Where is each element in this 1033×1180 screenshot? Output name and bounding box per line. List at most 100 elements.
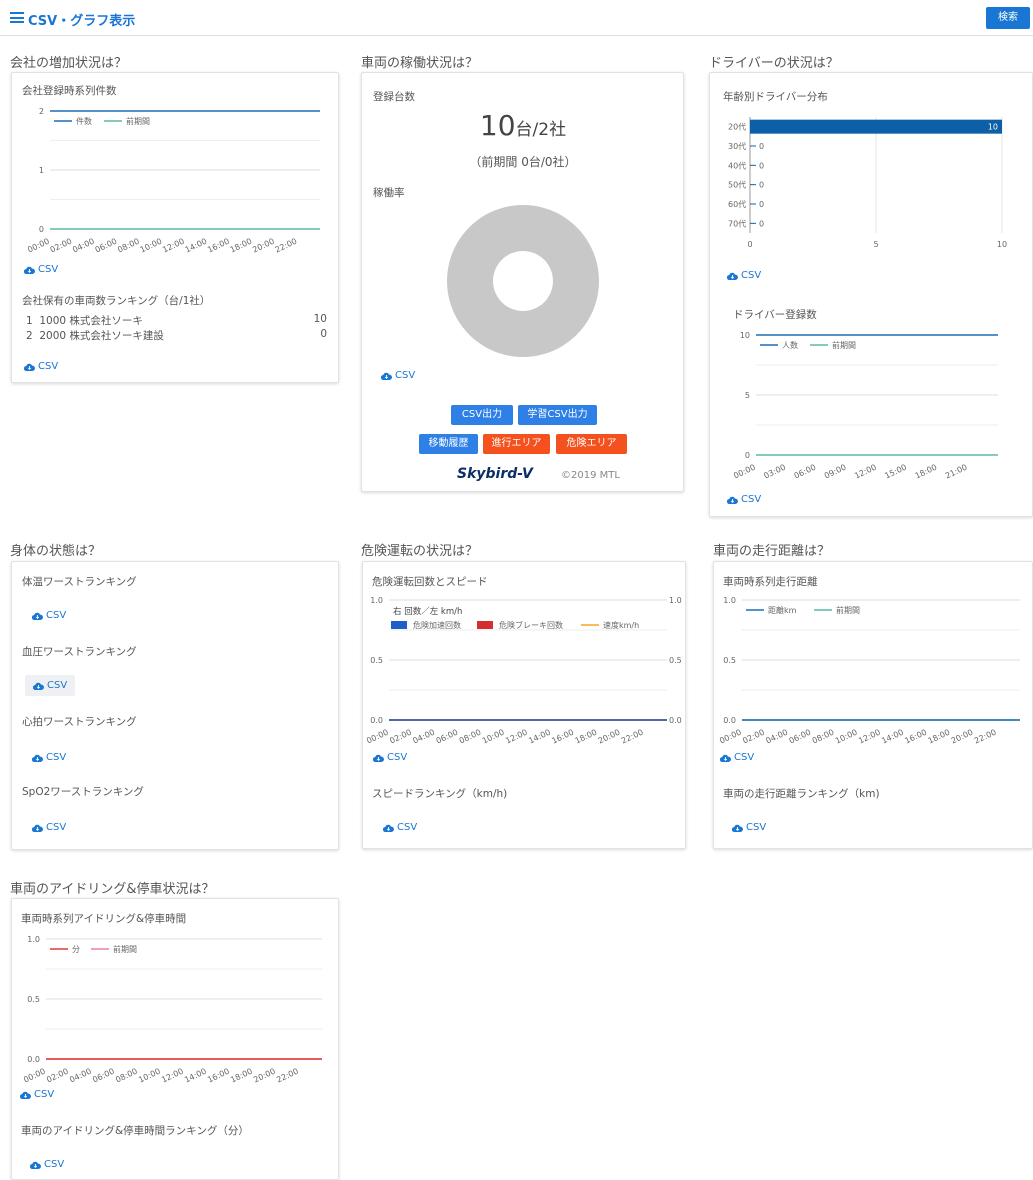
x-tick-label: 04:00: [71, 237, 96, 255]
y-tick-label: 20代: [728, 122, 746, 132]
y-tick-label: 0.5: [27, 995, 40, 1004]
csv-download-button[interactable]: CSV: [723, 267, 765, 284]
page-title: CSV・グラフ表示: [28, 14, 136, 29]
x-tick-label: 04:00: [764, 728, 789, 746]
x-tick-label: 14:00: [527, 728, 552, 746]
cloud-download-icon: [31, 824, 43, 832]
x-tick-label: 18:00: [229, 237, 254, 255]
legend-label: 速度km/h: [603, 620, 639, 630]
y-tick-label: 30代: [728, 141, 746, 151]
ranking-company: 2000 株式会社ソーキ建設: [39, 330, 164, 342]
x-tick-label: 15:00: [883, 463, 908, 481]
body-temperature-title: 体温ワーストランキング: [22, 576, 137, 588]
x-tick-label: 00:00: [365, 728, 390, 746]
cloud-download-icon: [31, 754, 43, 762]
cloud-download-icon: [29, 1161, 41, 1169]
csv-download-button[interactable]: CSV: [377, 367, 419, 384]
ranking-rank: 1: [26, 315, 33, 327]
search-button[interactable]: 検索: [986, 7, 1030, 29]
y-tick-label: 1.0: [370, 596, 383, 605]
danger-area-button[interactable]: 危険エリア: [556, 434, 627, 454]
ranking-value: 10: [313, 313, 327, 325]
spo2-title: SpO2ワーストランキング: [22, 786, 144, 798]
danger-line-chart: 1.0 1.0 0.5 0.5 0.0 0.0 00:0002:0004:0006:0008…: [365, 596, 682, 746]
legend-swatch: [477, 621, 493, 629]
csv-download-button[interactable]: CSV: [20, 358, 62, 375]
x-tick-label: 10:00: [137, 1067, 162, 1085]
y-tick-label: 0: [745, 451, 750, 460]
y2-tick-label: 0.5: [669, 656, 682, 665]
csv-download-button[interactable]: CSV: [28, 607, 70, 624]
x-tick-label: 08:00: [114, 1067, 139, 1085]
x-tick-label: 14:00: [184, 237, 209, 255]
x-tick-label: 02:00: [49, 237, 74, 255]
danger-card: 危険運転回数とスピード 1.0 1.0 0.5 0.5 0.0 0.0 00:00 02:00…: [362, 561, 686, 849]
csv-download-button[interactable]: CSV: [28, 819, 70, 836]
driver-registration-line-chart: 10 5 0 00:00 03:00 06:00 09:00 12:00 15:00 18:00 2…: [732, 331, 998, 481]
menu-icon[interactable]: [10, 12, 24, 23]
learning-csv-export-button[interactable]: 学習CSV出力: [518, 405, 597, 425]
x-tick-label: 22:00: [274, 237, 299, 255]
ranking-value: 0: [320, 328, 327, 340]
cloud-download-icon: [19, 1091, 31, 1099]
csv-download-button[interactable]: CSV: [369, 749, 411, 766]
csv-download-button[interactable]: CSV: [723, 491, 765, 508]
companies-line-chart: 2 1 0 00:0002:0004:0006:0008:0010:0012:0014…: [26, 107, 320, 255]
csv-download-button[interactable]: CSV: [716, 749, 758, 766]
csv-download-button[interactable]: CSV: [25, 675, 76, 696]
cloud-download-icon: [23, 363, 35, 371]
x-tick-label: 04:00: [411, 728, 436, 746]
x-tick-label: 16:00: [903, 728, 928, 746]
legend-label: 件数: [76, 116, 92, 126]
csv-download-button[interactable]: CSV: [379, 819, 421, 836]
cloud-download-icon: [382, 824, 394, 832]
movement-history-button[interactable]: 移動履歴: [419, 434, 478, 454]
csv-download-button[interactable]: CSV: [728, 819, 770, 836]
x-tick-label: 18:00: [927, 728, 952, 746]
ranking-title: 車両の走行距離ランキング（km): [723, 788, 880, 800]
cloud-download-icon: [23, 266, 35, 274]
y-tick-label: 0.5: [723, 656, 736, 665]
y-tick-label: 0.0: [27, 1055, 40, 1064]
blood-pressure-title: 血圧ワーストランキング: [22, 646, 137, 658]
companies-card: 会社登録時系列件数 2 1 0 00:00 02:00 04:00 06:00 08:00 10…: [11, 72, 339, 383]
previous-period: （前期間 0台/0社）: [469, 155, 577, 169]
registered-count: 10台/2社: [479, 109, 567, 142]
y-tick-label: 2: [39, 107, 44, 116]
cloud-download-icon: [719, 754, 731, 762]
y-tick-label: 0.0: [723, 716, 736, 725]
x-tick-label: 08:00: [458, 728, 483, 746]
x-tick-label: 00:00: [732, 463, 757, 481]
chart-title: 会社登録時系列件数: [22, 85, 117, 97]
legend-label: 前期間: [113, 944, 137, 954]
csv-download-button[interactable]: CSV: [16, 1086, 58, 1103]
x-tick-label: 10:00: [139, 237, 164, 255]
x-tick-label: 06:00: [94, 237, 119, 255]
x-tick-label: 14:00: [880, 728, 905, 746]
x-tick-label: 08:00: [811, 728, 836, 746]
x-tick-label: 06:00: [793, 463, 818, 481]
csv-download-button[interactable]: CSV: [28, 749, 70, 766]
x-tick-label: 22:00: [275, 1067, 300, 1085]
y-tick-label: 1.0: [27, 935, 40, 944]
section-title-body: 身体の状態は？: [10, 544, 102, 559]
idling-line-chart: 1.00.50.000:0002:0004:0006:0008:0010:001…: [22, 935, 322, 1085]
section-title-danger: 危険運転の状況は？: [361, 544, 479, 559]
cloud-download-icon: [731, 824, 743, 832]
entry-area-button[interactable]: 進行エリア: [483, 434, 550, 454]
x-tick-label: 16:00: [550, 728, 575, 746]
x-tick-label: 16:00: [206, 1067, 231, 1085]
csv-download-button[interactable]: CSV: [20, 261, 62, 278]
x-tick-label: 20:00: [251, 237, 276, 255]
x-tick-label: 22:00: [973, 728, 998, 746]
legend-label: 分: [72, 945, 80, 954]
csv-export-button[interactable]: CSV出力: [451, 405, 513, 425]
vehicles-card: 登録台数 10台/2社 （前期間 0台/0社） 稼働率 CSV CSV出力 学習…: [361, 72, 684, 492]
reg-chart-title: ドライバー登録数: [733, 309, 817, 321]
x-tick-label: 06:00: [435, 728, 460, 746]
x-tick-label: 12:00: [161, 237, 186, 255]
y-tick-label: 70代: [728, 218, 746, 228]
csv-download-button[interactable]: CSV: [26, 1156, 68, 1173]
x-tick-label: 00:00: [22, 1067, 47, 1085]
copyright: ©2019 MTL: [561, 470, 620, 481]
